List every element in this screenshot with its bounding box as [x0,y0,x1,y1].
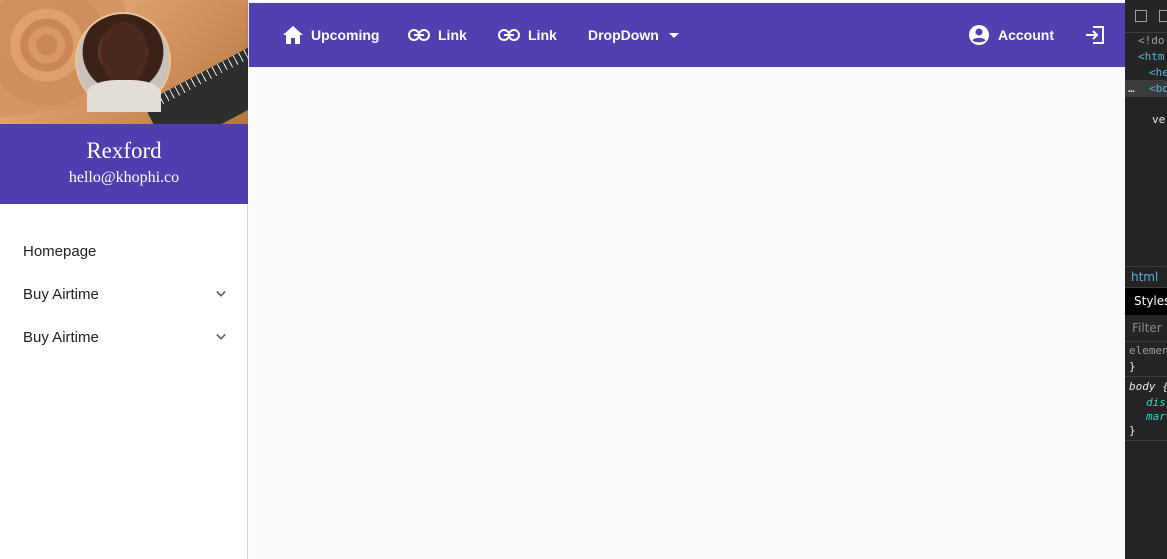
style-rule-divider [1125,440,1167,441]
dom-line[interactable]: <he [1149,66,1167,79]
style-rule-divider [1125,376,1167,377]
nav-dropdown-button[interactable]: DropDown [588,3,679,67]
dom-ellipsis-icon[interactable]: … [1128,82,1135,95]
sidebar-item-buy-airtime[interactable]: Buy Airtime [0,273,248,316]
nav-link-button-1[interactable]: Link [408,3,467,67]
account-button[interactable]: Account [968,3,1054,67]
devtools-toolbar [1125,0,1167,33]
sidebar-item-label: Buy Airtime [23,329,99,346]
profile-email: hello@khophi.co [68,169,180,186]
top-app-bar: Upcoming Link Link DropDown Account [249,3,1125,67]
nav-link-button-2[interactable]: Link [498,3,557,67]
link-icon [408,29,430,41]
style-rule-selector: elemen [1129,344,1167,357]
profile-name: Rexford [86,138,162,163]
main-content [249,67,1125,559]
dom-line[interactable]: <!do [1138,34,1165,47]
avatar-face [101,22,147,84]
dom-line[interactable]: <htm [1138,50,1165,63]
sidebar-item-label: Buy Airtime [23,286,99,303]
style-property[interactable]: dis [1146,396,1166,409]
nav-upcoming-label: Upcoming [311,27,380,43]
nav-link-label: Link [438,27,467,43]
style-property[interactable]: mar [1146,410,1166,423]
styles-filter-input[interactable]: Filter [1125,315,1167,342]
devtools-breadcrumb: html [1125,266,1167,288]
sidebar-nav: Homepage Buy Airtime Buy Airtime [0,230,248,359]
nav-link-label: Link [528,27,557,43]
style-rule-selector: body { [1129,380,1167,393]
logout-icon [1086,26,1104,44]
device-toolbar-icon[interactable] [1159,10,1167,22]
nav-dropdown-label: DropDown [588,27,659,43]
link-icon [498,29,520,41]
sidebar: Rexford hello@khophi.co Homepage Buy Air… [0,0,248,559]
chevron-down-icon[interactable] [216,289,226,299]
sidebar-item-label: Homepage [23,243,97,260]
breadcrumb-html[interactable]: html [1131,270,1158,284]
nav-upcoming-button[interactable]: Upcoming [283,3,379,67]
account-circle-icon [969,25,989,45]
dom-line[interactable]: ve [1152,113,1165,126]
dom-line[interactable]: <bo [1149,82,1167,95]
chevron-down-icon[interactable] [216,332,226,342]
avatar-shirt [87,80,161,112]
profile-info: Rexford hello@khophi.co [0,124,248,204]
caret-down-icon [668,32,679,38]
account-label: Account [998,27,1054,43]
inspect-element-icon[interactable] [1135,10,1147,22]
style-rule-close: } [1129,424,1136,437]
devtools-panel: <!do <htm <he <bo … ve html Styles Filte… [1125,0,1167,559]
tab-styles[interactable]: Styles [1125,288,1167,315]
home-icon [283,26,303,44]
sidebar-item-buy-airtime-2[interactable]: Buy Airtime [0,316,248,359]
avatar[interactable] [75,12,171,112]
style-rule-close: } [1129,360,1136,373]
sidebar-item-homepage[interactable]: Homepage [0,230,248,273]
profile-cover-image [0,0,248,124]
logout-button[interactable] [1085,3,1113,67]
